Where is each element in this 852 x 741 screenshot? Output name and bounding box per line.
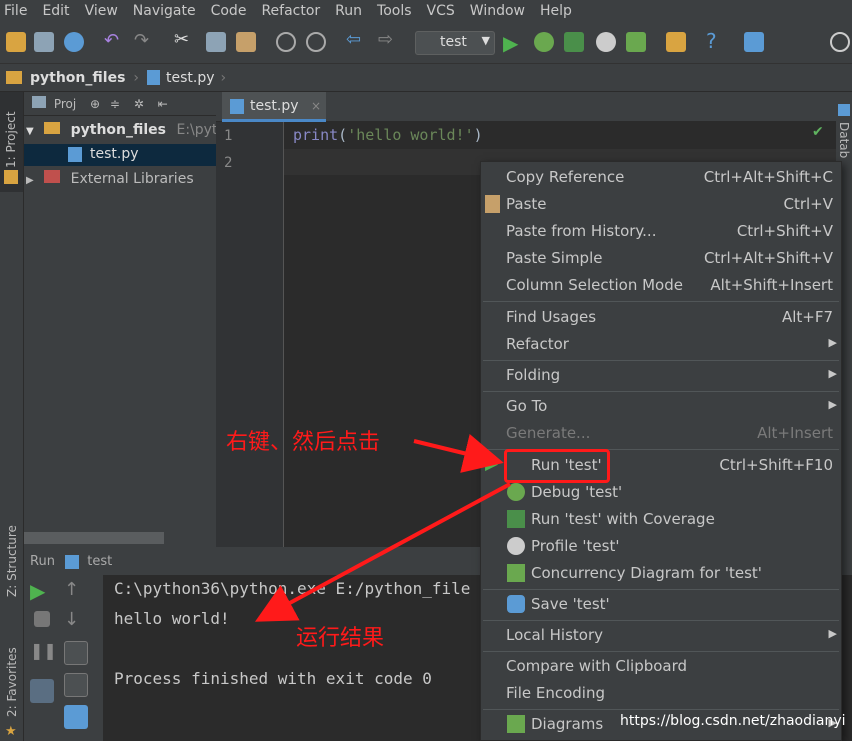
watermark: https://blog.csdn.net/zhaodianyi [620, 713, 846, 729]
arrow-to-output [254, 482, 511, 622]
annotation-arrows [254, 433, 511, 622]
arrow-to-run-item [413, 433, 504, 473]
